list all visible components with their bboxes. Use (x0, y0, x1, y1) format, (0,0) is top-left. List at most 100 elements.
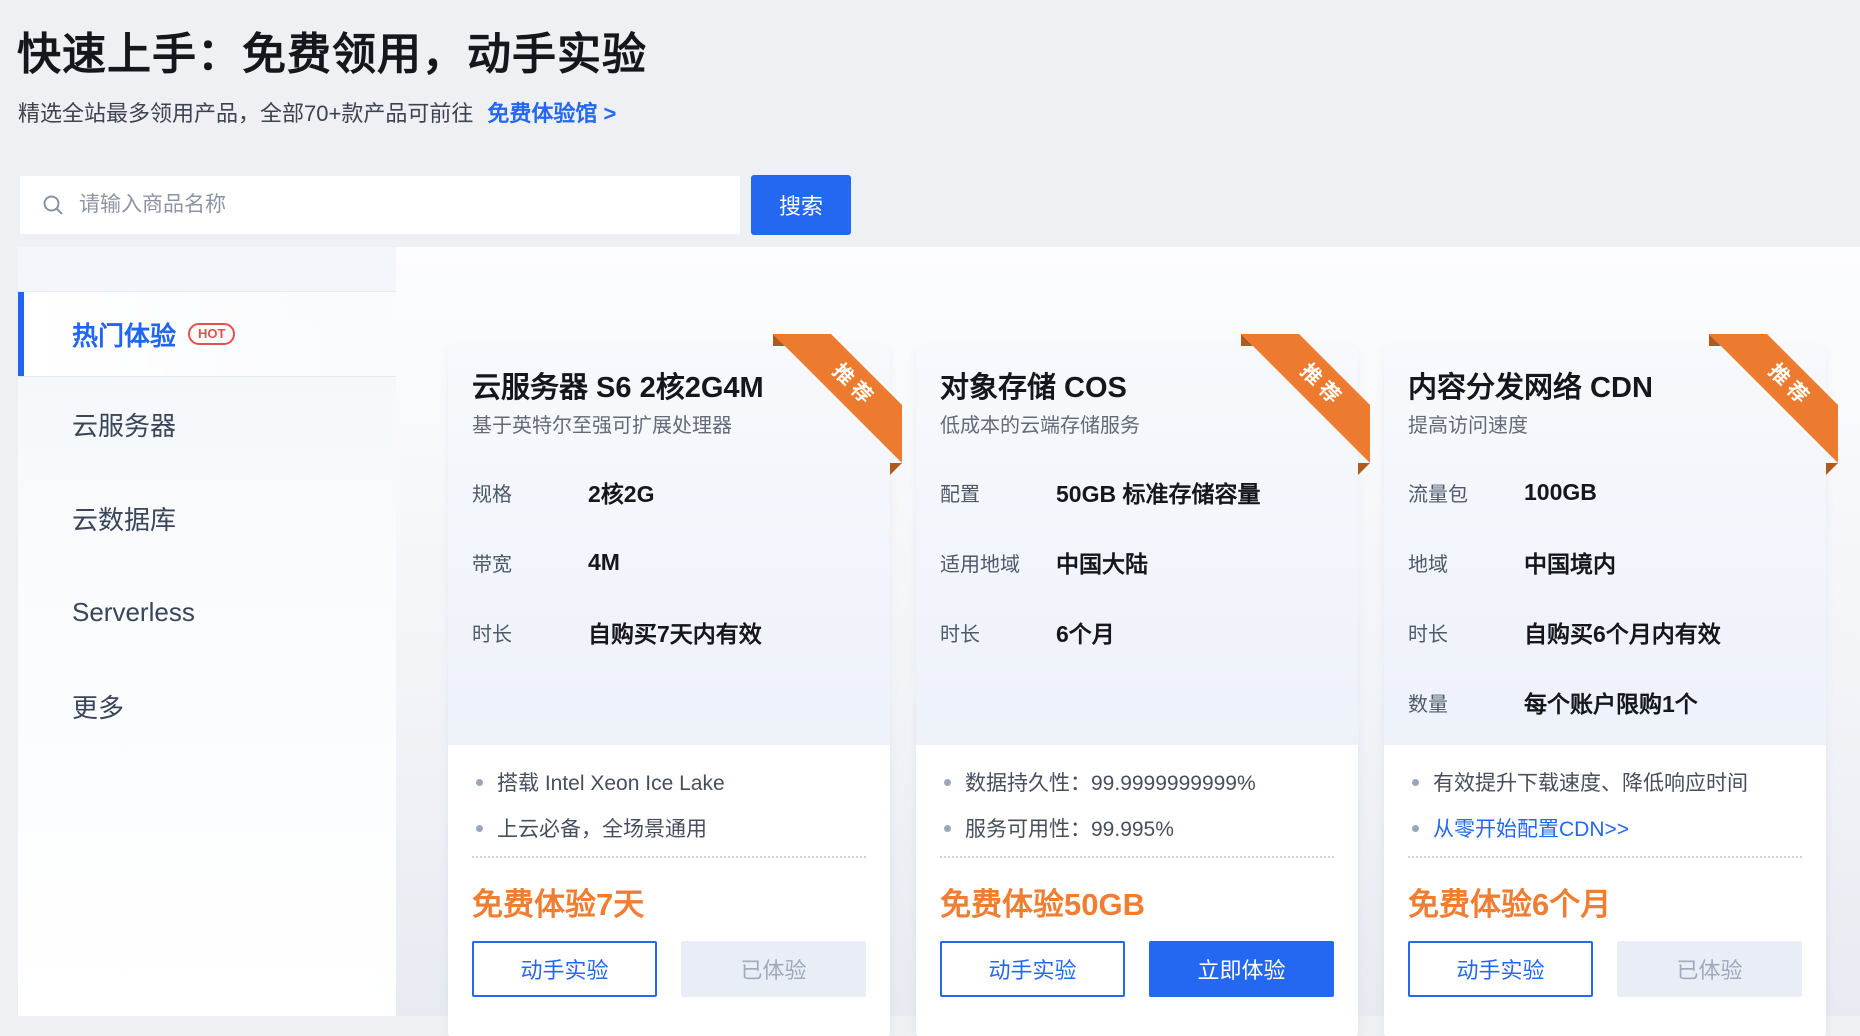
card-footer: 搭载 Intel Xeon Ice Lake 上云必备，全场景通用 免费体验7天… (448, 745, 890, 1036)
spec-value: 中国大陆 (1056, 545, 1148, 579)
spec-row: 时长 自购买7天内有效 (472, 597, 866, 667)
card-button-row: 动手实验 立即体验 (940, 941, 1334, 997)
page-subtitle-text: 精选全站最多领用产品，全部70+款产品可前往 (18, 101, 473, 126)
spec-label: 时长 (472, 618, 588, 647)
bullet-item: 从零开始配置CDN>> (1408, 805, 1802, 851)
bullet-item: 搭载 Intel Xeon Ice Lake (472, 759, 866, 805)
ribbon-label: 推 荐 (1764, 359, 1813, 408)
bullet-list: 搭载 Intel Xeon Ice Lake 上云必备，全场景通用 (472, 759, 866, 851)
spec-value: 50GB 标准存储容量 (1056, 475, 1260, 509)
spec-list: 配置 50GB 标准存储容量 适用地域 中国大陆 时长 6个月 (940, 457, 1334, 667)
page-subtitle: 精选全站最多领用产品，全部70+款产品可前往免费体验馆 > (18, 96, 616, 128)
product-card-cos: 推 荐 对象存储 COS 低成本的云端存储服务 配置 50GB 标准存储容量 适… (916, 346, 1358, 1036)
bullet-text: 数据持久性：99.9999999999% (965, 767, 1256, 797)
sidebar-item-hot-experience[interactable]: 热门体验 HOT (18, 291, 396, 377)
product-card-cvm: 推 荐 云服务器 S6 2核2G4M 基于英特尔至强可扩展处理器 规格 2核2G… (448, 346, 890, 1036)
spec-label: 带宽 (472, 548, 588, 577)
card-title: 云服务器 S6 2核2G4M (472, 364, 764, 406)
bullet-item: 服务可用性：99.995% (940, 805, 1334, 851)
search-box (19, 175, 741, 235)
dotted-divider (1408, 856, 1802, 858)
card-footer: 数据持久性：99.9999999999% 服务可用性：99.995% 免费体验5… (916, 745, 1358, 1036)
spec-value: 每个账户限购1个 (1524, 685, 1698, 719)
hands-on-lab-button[interactable]: 动手实验 (472, 941, 657, 997)
bullet-list: 有效提升下载速度、降低响应时间 从零开始配置CDN>> (1408, 759, 1802, 851)
already-experienced-button[interactable]: 已体验 (681, 941, 866, 997)
free-experience-hall-link[interactable]: 免费体验馆 > (487, 101, 616, 126)
sidebar-item-label: 更多 (72, 688, 124, 725)
bullet-item: 有效提升下载速度、降低响应时间 (1408, 759, 1802, 805)
spec-value: 100GB (1524, 479, 1597, 506)
spec-list: 规格 2核2G 带宽 4M 时长 自购买7天内有效 (472, 457, 866, 667)
spec-value: 中国境内 (1524, 545, 1616, 579)
spec-row: 规格 2核2G (472, 457, 866, 527)
offer-text: 免费体验7天 (472, 879, 644, 924)
spec-value: 自购买6个月内有效 (1524, 615, 1721, 649)
bullet-text: 搭载 Intel Xeon Ice Lake (497, 767, 725, 797)
spec-row: 地域 中国境内 (1408, 527, 1802, 597)
sidebar-item-serverless[interactable]: Serverless (18, 565, 396, 659)
card-subtitle: 基于英特尔至强可扩展处理器 (472, 409, 732, 438)
offer-text: 免费体验6个月 (1408, 879, 1611, 924)
sidebar-item-label: Serverless (72, 597, 195, 628)
spec-value: 4M (588, 549, 620, 576)
bullet-text: 服务可用性：99.995% (965, 813, 1174, 843)
bullet-dot-icon (476, 825, 483, 832)
spec-row: 适用地域 中国大陆 (940, 527, 1334, 597)
hands-on-lab-button[interactable]: 动手实验 (940, 941, 1125, 997)
bullet-dot-icon (1412, 779, 1419, 786)
card-title: 内容分发网络 CDN (1408, 364, 1653, 406)
already-experienced-button[interactable]: 已体验 (1617, 941, 1802, 997)
ribbon-label: 推 荐 (828, 359, 877, 408)
card-button-row: 动手实验 已体验 (1408, 941, 1802, 997)
spec-row: 时长 6个月 (940, 597, 1334, 667)
bullet-item: 数据持久性：99.9999999999% (940, 759, 1334, 805)
card-button-row: 动手实验 已体验 (472, 941, 866, 997)
sidebar-item-label: 热门体验 (72, 316, 176, 353)
cdn-config-guide-link[interactable]: 从零开始配置CDN>> (1433, 813, 1629, 843)
bullet-text: 上云必备，全场景通用 (497, 813, 707, 843)
dotted-divider (940, 856, 1334, 858)
spec-label: 时长 (940, 618, 1056, 647)
sidebar-item-label: 云数据库 (72, 500, 176, 537)
card-title: 对象存储 COS (940, 364, 1127, 406)
spec-row: 配置 50GB 标准存储容量 (940, 457, 1334, 527)
sidebar-item-more[interactable]: 更多 (18, 659, 396, 753)
spec-label: 数量 (1408, 688, 1524, 717)
spec-row: 流量包 100GB (1408, 457, 1802, 527)
card-subtitle: 低成本的云端存储服务 (940, 409, 1140, 438)
spec-row: 数量 每个账户限购1个 (1408, 667, 1802, 737)
bullet-dot-icon (1412, 825, 1419, 832)
bullet-dot-icon (476, 779, 483, 786)
spec-label: 地域 (1408, 548, 1524, 577)
search-input[interactable] (65, 176, 740, 234)
bullet-text: 有效提升下载速度、降低响应时间 (1433, 767, 1748, 797)
experience-now-button[interactable]: 立即体验 (1149, 941, 1334, 997)
search-row: 搜索 (19, 175, 851, 235)
search-button[interactable]: 搜索 (751, 175, 851, 235)
spec-label: 配置 (940, 478, 1056, 507)
spec-list: 流量包 100GB 地域 中国境内 时长 自购买6个月内有效 数量 每个账户限购… (1408, 457, 1802, 737)
spec-label: 规格 (472, 478, 588, 507)
ribbon-label: 推 荐 (1296, 359, 1345, 408)
card-subtitle: 提高访问速度 (1408, 409, 1528, 438)
spec-row: 带宽 4M (472, 527, 866, 597)
product-card-cdn: 推 荐 内容分发网络 CDN 提高访问速度 流量包 100GB 地域 中国境内 … (1384, 346, 1826, 1036)
sidebar-item-cloud-server[interactable]: 云服务器 (18, 377, 396, 471)
spec-value: 2核2G (588, 475, 654, 509)
sidebar: 热门体验 HOT 云服务器 云数据库 Serverless 更多 (18, 247, 396, 1016)
card-footer: 有效提升下载速度、降低响应时间 从零开始配置CDN>> 免费体验6个月 动手实验… (1384, 745, 1826, 1036)
spec-row: 时长 自购买6个月内有效 (1408, 597, 1802, 667)
hot-badge: HOT (188, 323, 235, 346)
dotted-divider (472, 856, 866, 858)
sidebar-item-cloud-database[interactable]: 云数据库 (18, 471, 396, 565)
page-title: 快速上手：免费领用，动手实验 (17, 18, 647, 82)
bullet-item: 上云必备，全场景通用 (472, 805, 866, 851)
offer-text: 免费体验50GB (940, 879, 1145, 924)
spec-value: 6个月 (1056, 615, 1115, 649)
spec-label: 时长 (1408, 618, 1524, 647)
hands-on-lab-button[interactable]: 动手实验 (1408, 941, 1593, 997)
bullet-list: 数据持久性：99.9999999999% 服务可用性：99.995% (940, 759, 1334, 851)
search-icon (41, 193, 65, 217)
bullet-dot-icon (944, 779, 951, 786)
